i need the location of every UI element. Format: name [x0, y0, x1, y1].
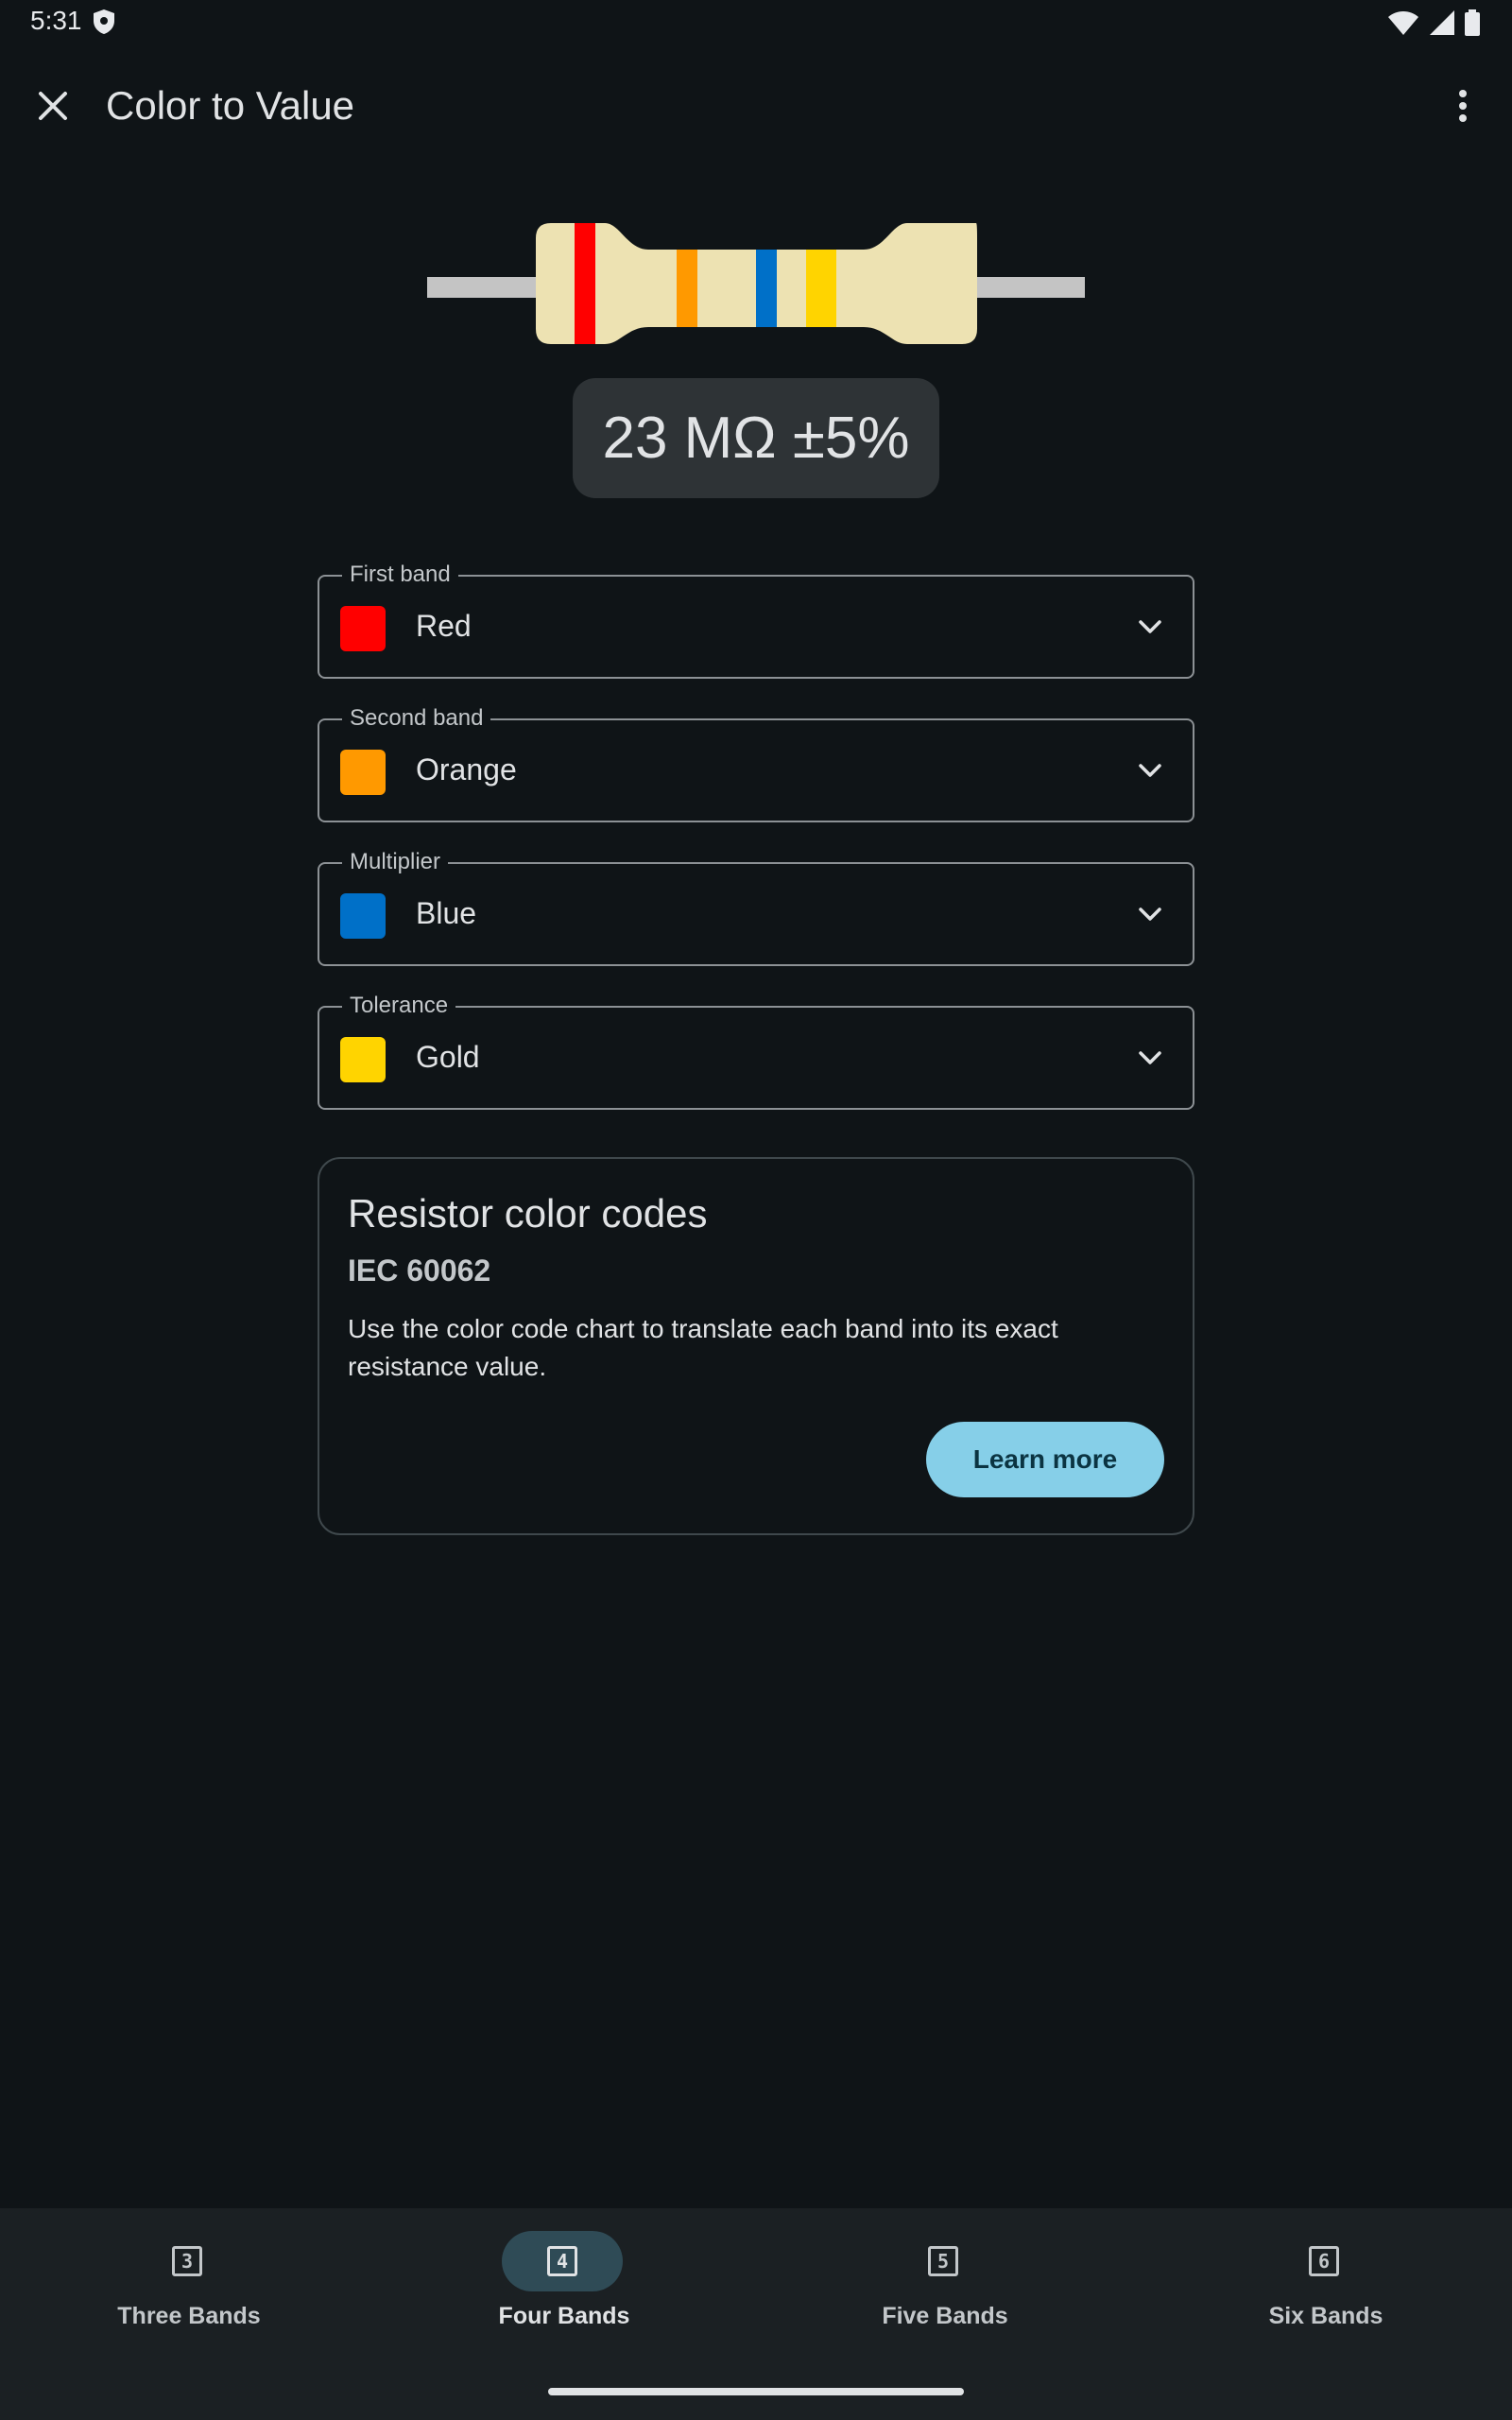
three-bands-icon: 3: [172, 2246, 202, 2276]
resistor-lead-right: [971, 277, 1085, 298]
status-time: 5:31: [30, 6, 82, 35]
nav-pill: 6: [1263, 2231, 1384, 2291]
more-options-button[interactable]: [1435, 78, 1491, 134]
resistor-band-2: [677, 250, 697, 327]
nav-label: Four Bands: [498, 2303, 630, 2329]
field-label: Second band: [342, 705, 491, 732]
nav-label: Six Bands: [1268, 2303, 1383, 2329]
status-bar: 5:31: [0, 0, 1512, 47]
nav-label: Three Bands: [117, 2303, 261, 2329]
wifi-icon: [1387, 9, 1419, 41]
field-label: Multiplier: [342, 849, 449, 875]
resistor-band-4: [806, 250, 836, 327]
shield-icon: [93, 9, 115, 40]
page-title: Color to Value: [106, 83, 355, 128]
tolerance-dropdown[interactable]: Tolerance Gold: [318, 993, 1194, 1110]
close-icon: [39, 92, 67, 120]
resistance-value: 23 MΩ ±5%: [573, 378, 939, 498]
chevron-down-icon: [1139, 620, 1161, 633]
multiplier-dropdown[interactable]: Multiplier Blue: [318, 849, 1194, 966]
more-vert-icon: [1459, 90, 1467, 122]
field-value: Orange: [416, 752, 517, 786]
resistor-band-1: [575, 223, 595, 344]
close-button[interactable]: [25, 78, 81, 134]
field-label: First band: [342, 562, 458, 588]
five-bands-icon: 5: [928, 2246, 958, 2276]
field-value: Gold: [416, 1040, 480, 1074]
nav-pill: 4: [502, 2231, 623, 2291]
color-swatch: [340, 750, 386, 795]
nav-item-five-bands[interactable]: 5 Five Bands: [756, 2208, 1134, 2360]
resistor-lead-left: [427, 277, 541, 298]
info-card: Resistor color codes IEC 60062 Use the c…: [318, 1157, 1194, 1535]
nav-pill: 5: [883, 2231, 1004, 2291]
chevron-down-icon: [1139, 764, 1161, 777]
learn-more-button[interactable]: Learn more: [926, 1422, 1164, 1497]
resistor-illustration: [427, 223, 1085, 344]
field-label: Tolerance: [342, 993, 456, 1019]
nav-item-four-bands[interactable]: 4 Four Bands: [375, 2208, 753, 2360]
nav-item-six-bands[interactable]: 6 Six Bands: [1137, 2208, 1512, 2360]
chevron-down-icon: [1139, 908, 1161, 921]
color-swatch: [340, 1037, 386, 1082]
second-band-dropdown[interactable]: Second band Orange: [318, 705, 1194, 822]
field-value: Blue: [416, 896, 477, 930]
four-bands-icon: 4: [547, 2246, 577, 2276]
chevron-down-icon: [1139, 1051, 1161, 1064]
nav-pill: 3: [127, 2231, 248, 2291]
app-bar: Color to Value: [0, 57, 1512, 155]
first-band-dropdown[interactable]: First band Red: [318, 562, 1194, 679]
home-indicator[interactable]: [548, 2388, 964, 2395]
signal-icon: [1429, 9, 1455, 41]
field-value: Red: [416, 609, 472, 643]
resistor-band-3: [756, 250, 777, 327]
battery-icon: [1465, 9, 1480, 41]
color-swatch: [340, 893, 386, 939]
color-swatch: [340, 606, 386, 651]
card-body: Use the color code chart to translate ea…: [348, 1314, 1058, 1381]
nav-item-three-bands[interactable]: 3 Three Bands: [0, 2208, 378, 2360]
card-subtitle: IEC 60062: [348, 1253, 491, 1288]
card-title: Resistor color codes: [348, 1191, 708, 1236]
six-bands-icon: 6: [1309, 2246, 1339, 2276]
nav-label: Five Bands: [882, 2303, 1008, 2329]
